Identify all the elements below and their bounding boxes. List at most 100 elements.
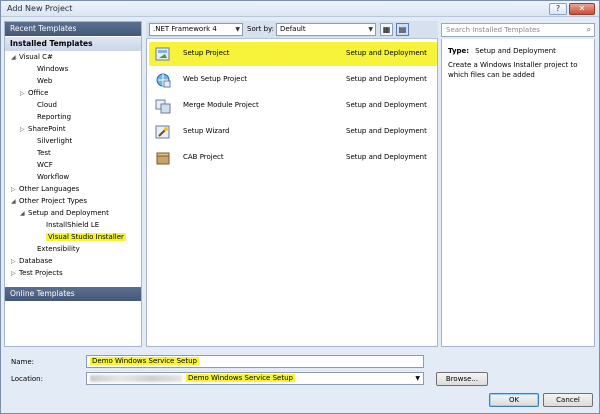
tree-item[interactable]: ▷ Test Projects xyxy=(11,268,63,279)
tree-item[interactable]: Cloud xyxy=(29,100,57,111)
search-icon: ⌕ xyxy=(586,25,591,34)
expanded-arrow-icon[interactable]: ◢ xyxy=(11,52,19,63)
tree-item[interactable]: Visual Studio Installer xyxy=(38,232,126,243)
tree-item[interactable]: WCF xyxy=(29,160,53,171)
framework-value: .NET Framework 4 xyxy=(153,25,217,33)
installed-templates-header[interactable]: Installed Templates xyxy=(5,37,141,51)
template-categories-panel: Recent Templates Installed Templates ◢ Vi… xyxy=(4,21,142,347)
type-label: Type: xyxy=(448,47,470,55)
tree-item-label: Test xyxy=(37,149,51,157)
template-name: Merge Module Project xyxy=(183,101,259,109)
tree-item[interactable]: ▷ Database xyxy=(11,256,52,267)
tree-item-label: Silverlight xyxy=(37,137,73,145)
template-details-panel: Type: Setup and Deployment Create a Windo… xyxy=(441,39,595,347)
template-category: Setup and Deployment xyxy=(346,153,427,161)
template-category: Setup and Deployment xyxy=(346,75,427,83)
template-name: Setup Wizard xyxy=(183,127,230,135)
search-placeholder: Search Installed Templates xyxy=(446,26,540,34)
tree-item[interactable]: ◢ Other Project Types xyxy=(11,196,87,207)
chevron-down-icon: ▼ xyxy=(235,26,240,33)
chevron-down-icon: ▼ xyxy=(415,375,420,382)
template-category: Setup and Deployment xyxy=(346,101,427,109)
sort-label: Sort by: xyxy=(247,25,275,33)
tree-item[interactable]: ▷ SharePoint xyxy=(20,124,66,135)
location-label: Location: xyxy=(11,375,43,383)
tree-item[interactable]: Web xyxy=(29,76,52,87)
tree-item[interactable]: ▷ Other Languages xyxy=(11,184,79,195)
web-setup-icon xyxy=(155,72,171,88)
tree-item[interactable]: Reporting xyxy=(29,112,71,123)
collapsed-arrow-icon[interactable]: ▷ xyxy=(11,256,19,267)
template-name: CAB Project xyxy=(183,153,224,161)
tree-item-label: Cloud xyxy=(37,101,57,109)
tree-item-label: SharePoint xyxy=(28,125,66,133)
close-icon: ✕ xyxy=(578,4,586,13)
project-name-value: Demo Windows Service Setup xyxy=(90,357,199,365)
small-icons-view-button[interactable]: ▦ xyxy=(380,23,393,36)
location-input[interactable]: Demo Windows Service Setup ▼ xyxy=(86,372,424,385)
template-description: Create a Windows Installer project to wh… xyxy=(448,61,578,79)
name-label: Name: xyxy=(11,358,35,366)
tree-item[interactable]: Workflow xyxy=(29,172,69,183)
tree-item-label: Web xyxy=(37,77,53,85)
template-tree: ◢ Visual C# Windows Web ▷ Office Cloud Reportin… xyxy=(5,52,141,292)
template-name: Web Setup Project xyxy=(183,75,248,83)
cab-project-icon xyxy=(155,150,171,166)
tree-item[interactable]: ◢ Setup and Deployment xyxy=(20,208,109,219)
grid-view-icon: ▦ xyxy=(382,25,391,34)
tree-item[interactable]: Extensibility xyxy=(29,244,80,255)
search-input[interactable]: Search Installed Templates ⌕ xyxy=(441,23,595,37)
location-value: Demo Windows Service Setup xyxy=(186,374,295,382)
collapsed-arrow-icon[interactable]: ▷ xyxy=(11,268,19,279)
collapsed-arrow-icon[interactable]: ▷ xyxy=(11,184,19,195)
browse-button[interactable]: Browse... xyxy=(436,372,488,386)
template-row[interactable]: Setup Project Setup and Deployment xyxy=(149,42,437,66)
help-icon: ? xyxy=(555,4,561,13)
tree-item-label: Other Languages xyxy=(19,185,80,193)
tree-item-label: Extensibility xyxy=(37,245,80,253)
template-row[interactable]: CAB Project Setup and Deployment xyxy=(149,146,437,170)
recent-templates-header[interactable]: Recent Templates xyxy=(5,22,141,36)
close-button[interactable]: ✕ xyxy=(569,3,595,15)
online-templates-header[interactable]: Online Templates xyxy=(5,287,141,301)
tree-item-label: Other Project Types xyxy=(19,197,88,205)
tree-item-label: Reporting xyxy=(37,113,72,121)
tree-item[interactable]: Windows xyxy=(29,64,68,75)
setup-wizard-icon xyxy=(155,124,171,140)
template-category: Setup and Deployment xyxy=(346,127,427,135)
expanded-arrow-icon[interactable]: ◢ xyxy=(20,208,28,219)
expanded-arrow-icon[interactable]: ◢ xyxy=(11,196,19,207)
framework-select[interactable]: .NET Framework 4 ▼ xyxy=(149,23,243,36)
template-list: Setup Project Setup and Deployment Web Set… xyxy=(146,39,438,347)
help-button[interactable]: ? xyxy=(549,3,567,15)
tree-item[interactable]: ▷ Office xyxy=(20,88,48,99)
sort-select[interactable]: Default ▼ xyxy=(276,23,376,36)
title-bar: Add New Project ? ✕ xyxy=(1,1,599,17)
chevron-down-icon: ▼ xyxy=(368,26,373,33)
project-name-input[interactable]: Demo Windows Service Setup xyxy=(86,355,424,368)
tree-item[interactable]: InstallShield LE xyxy=(38,220,99,231)
sort-value: Default xyxy=(280,25,306,33)
tree-item-label: InstallShield LE xyxy=(46,221,100,229)
template-toolbar: .NET Framework 4 ▼ Sort by: Default ▼ ▦ … xyxy=(146,21,438,39)
template-row[interactable]: Merge Module Project Setup and Deployment xyxy=(149,94,437,118)
collapsed-arrow-icon[interactable]: ▷ xyxy=(20,88,28,99)
tree-item-label: Setup and Deployment xyxy=(28,209,109,217)
template-row[interactable]: Web Setup Project Setup and Deployment xyxy=(149,68,437,92)
medium-icons-view-button[interactable]: ▤ xyxy=(396,23,409,36)
template-row[interactable]: Setup Wizard Setup and Deployment xyxy=(149,120,437,144)
merge-module-icon xyxy=(155,98,171,114)
ok-button[interactable]: OK xyxy=(489,393,539,407)
tree-item-label: Visual Studio Installer xyxy=(46,233,126,241)
tree-item-label: Office xyxy=(28,89,49,97)
tree-item-label: Database xyxy=(19,257,53,265)
template-name: Setup Project xyxy=(183,49,230,57)
blurred-path xyxy=(90,374,182,382)
collapsed-arrow-icon[interactable]: ▷ xyxy=(20,124,28,135)
tree-item[interactable]: ◢ Visual C# xyxy=(11,52,53,63)
tree-item[interactable]: Silverlight xyxy=(29,136,72,147)
template-type: Type: Setup and Deployment xyxy=(448,47,556,55)
cancel-button[interactable]: Cancel xyxy=(543,393,593,407)
tree-item[interactable]: Test xyxy=(29,148,51,159)
template-category: Setup and Deployment xyxy=(346,49,427,57)
